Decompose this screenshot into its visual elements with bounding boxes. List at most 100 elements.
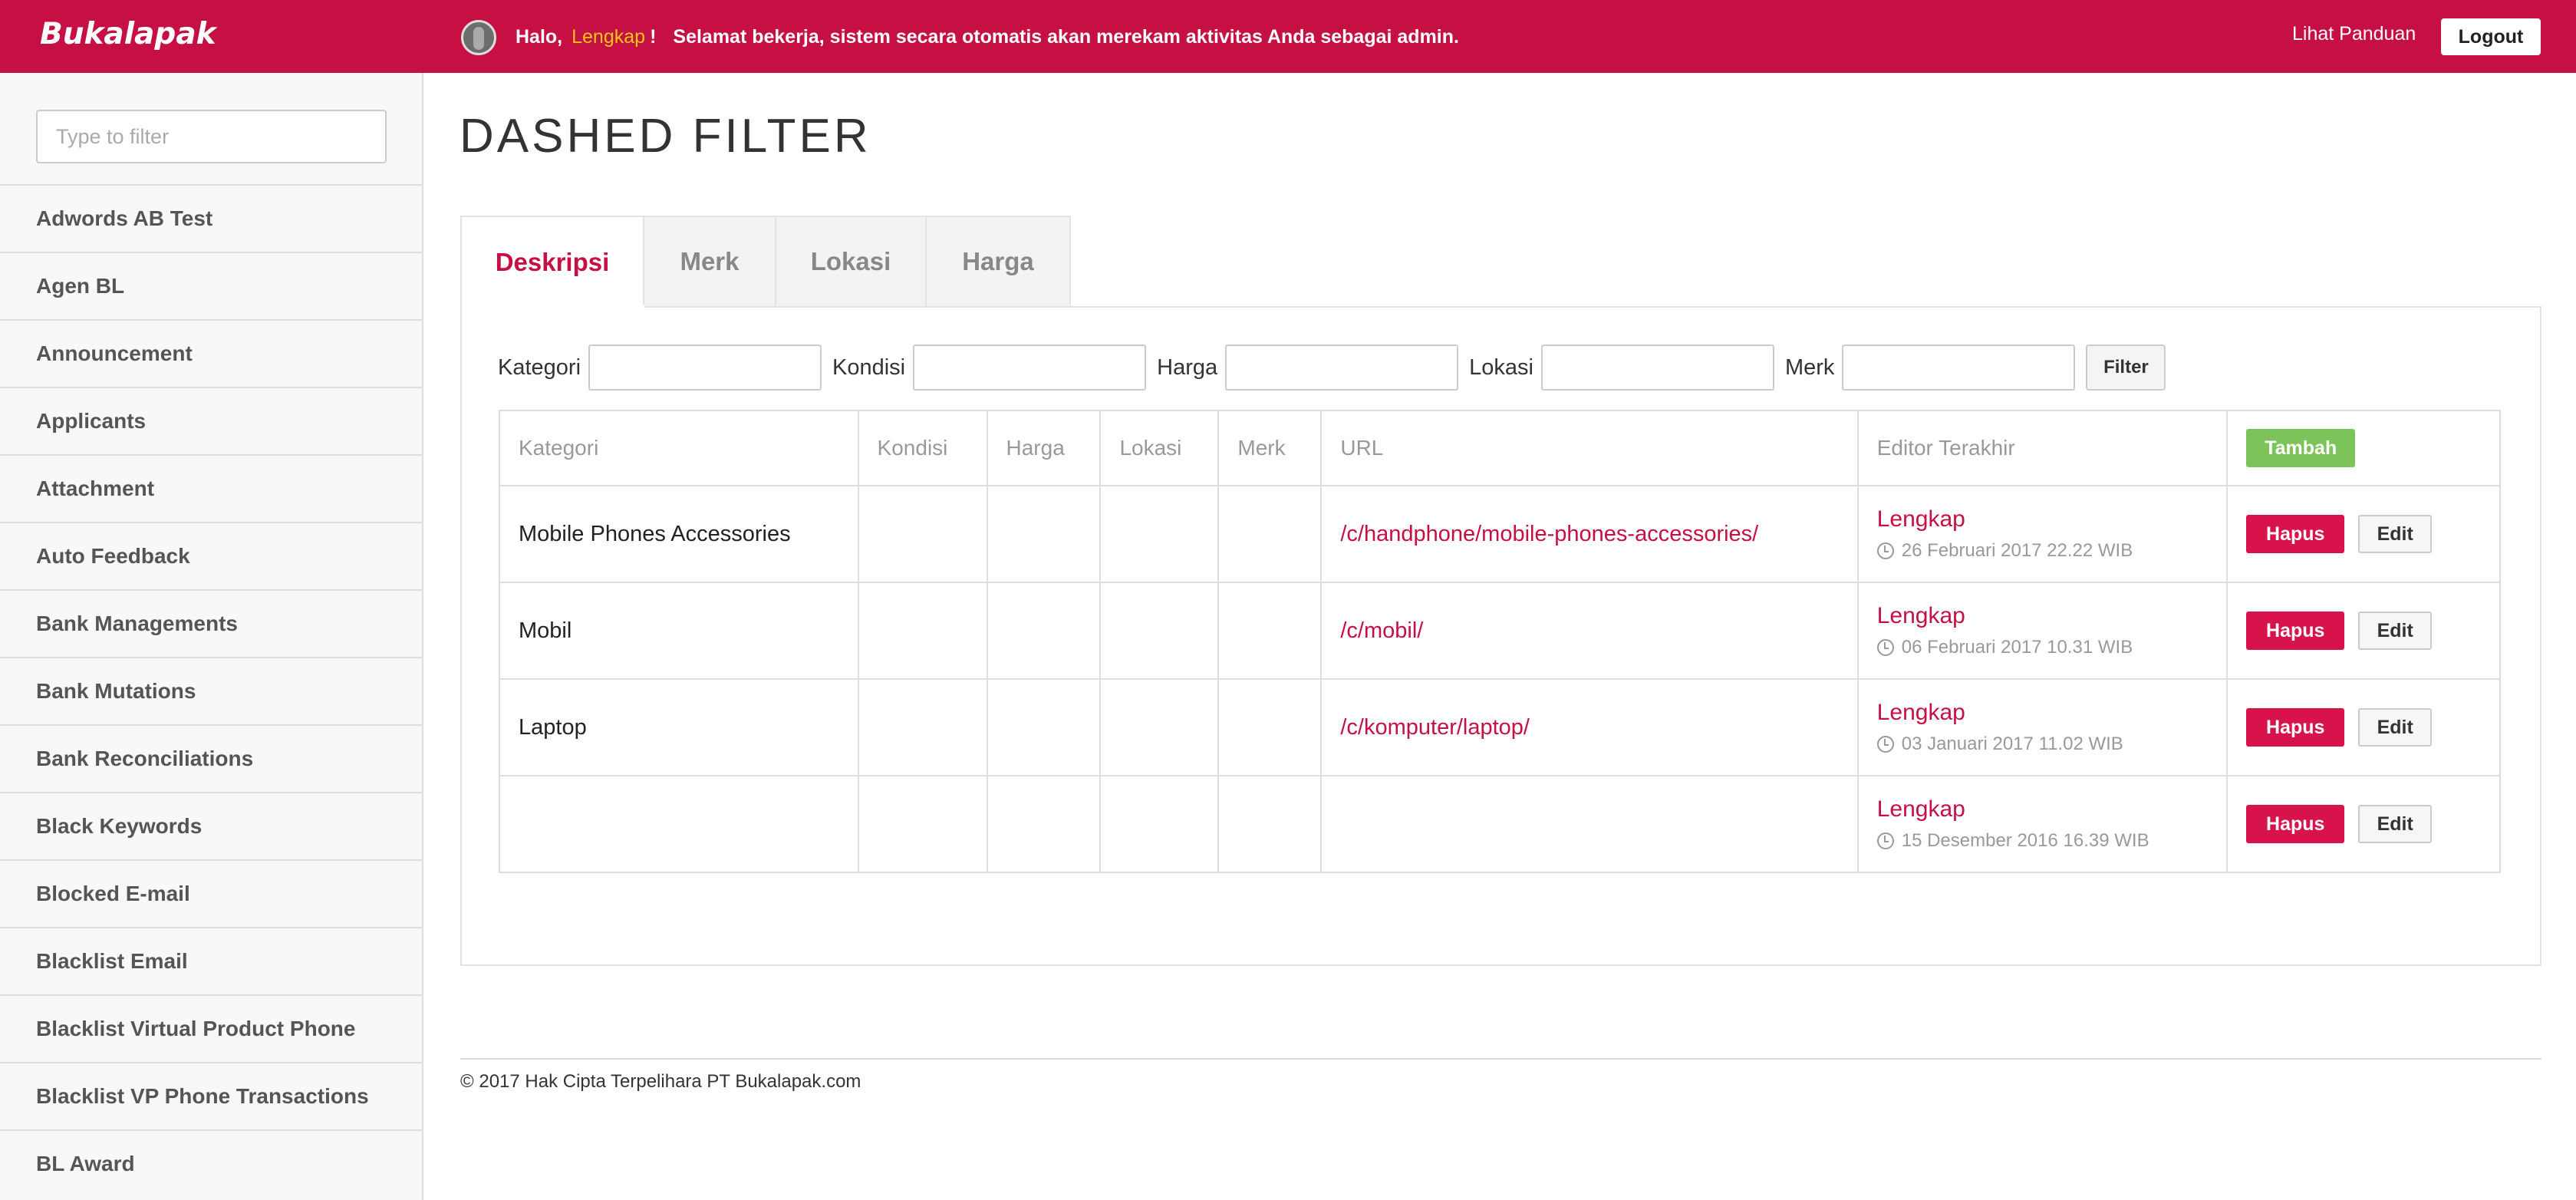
greeting-prefix: Halo, — [516, 26, 563, 48]
sidebar-item[interactable]: Blacklist VP Phone Transactions — [0, 1062, 422, 1129]
clock-icon — [1876, 832, 1894, 849]
cell-kondisi — [857, 775, 988, 873]
cell-merk — [1217, 678, 1323, 776]
delete-button[interactable]: Hapus — [2246, 708, 2345, 747]
cell-harga — [986, 775, 1102, 873]
sidebar-item[interactable]: Auto Feedback — [0, 522, 422, 589]
timestamp-text: 03 Januari 2017 11.02 WIB — [1901, 734, 2123, 754]
tab-harga[interactable]: Harga — [927, 216, 1071, 308]
filter-input-lokasi[interactable] — [1540, 345, 1774, 391]
editor-name-link[interactable]: Lengkap — [1877, 796, 2209, 823]
bukalapak-logo[interactable]: Bukalapak — [40, 17, 216, 51]
guide-link[interactable]: Lihat Panduan — [2292, 23, 2416, 45]
sidebar-menu: Adwords AB Test Agen BL Announcement Applic… — [0, 184, 422, 1197]
sidebar-item[interactable]: Blacklist Email — [0, 927, 422, 994]
editor-name-link[interactable]: Lengkap — [1877, 603, 2209, 629]
cell-editor: Lengkap 03 Januari 2017 11.02 WIB — [1856, 678, 2228, 776]
edit-button[interactable]: Edit — [2358, 612, 2433, 650]
sidebar-filter-input[interactable] — [36, 110, 387, 163]
filter-input-merk[interactable] — [1842, 345, 2076, 391]
column-header-kondisi: Kondisi — [857, 410, 988, 486]
edit-button[interactable]: Edit — [2358, 708, 2433, 747]
sidebar-item[interactable]: Blacklist Virtual Product Phone — [0, 994, 422, 1062]
url-link[interactable]: /c/handphone/mobile-phones-accessories/ — [1340, 522, 1758, 546]
sidebar-item[interactable]: Announcement — [0, 319, 422, 387]
table-row: Mobil/c/mobil/Lengkap 06 Februari 2017 10… — [499, 582, 2501, 680]
cell-merk — [1217, 582, 1323, 680]
cell-kondisi — [857, 678, 988, 776]
table-row: Laptop/c/komputer/laptop/Lengkap 03 Janua… — [499, 678, 2501, 776]
delete-button[interactable]: Hapus — [2246, 515, 2345, 553]
cell-actions: Hapus Edit — [2226, 678, 2501, 776]
avatar[interactable] — [461, 20, 496, 55]
cell-kondisi — [857, 582, 988, 680]
logout-button[interactable]: Logout — [2441, 18, 2541, 55]
cell-kategori: Mobil — [499, 582, 859, 680]
filter-input-harga[interactable] — [1225, 345, 1459, 391]
sidebar: Adwords AB TestAgen BLAnnouncementApplic… — [0, 73, 423, 1200]
cell-editor: Lengkap 26 Februari 2017 22.22 WIB — [1856, 485, 2228, 583]
column-header-url: URL — [1320, 410, 1859, 486]
tab-deskripsi[interactable]: Deskripsi — [460, 216, 644, 308]
sidebar-item[interactable]: Black Keywords — [0, 792, 422, 859]
active-tab-connector — [462, 305, 644, 308]
page-title: DASHED FILTER — [460, 110, 871, 163]
edit-timestamp: 26 Februari 2017 22.22 WIB — [1876, 540, 2209, 562]
sidebar-item[interactable]: BL Award — [0, 1129, 422, 1197]
top-bar: Bukalapak Halo, Lengkap! Selamat bekerja, … — [0, 0, 2576, 73]
edit-timestamp: 06 Februari 2017 10.31 WIB — [1876, 637, 2209, 658]
cell-editor: Lengkap 06 Februari 2017 10.31 WIB — [1856, 582, 2228, 680]
filter-button[interactable]: Filter — [2086, 345, 2166, 391]
cell-kondisi — [857, 485, 988, 583]
url-link[interactable]: /c/komputer/laptop/ — [1340, 715, 1530, 740]
url-link[interactable]: /c/mobil/ — [1340, 618, 1423, 643]
cell-actions: Hapus Edit — [2226, 775, 2501, 873]
clock-icon — [1876, 736, 1894, 753]
cell-kategori: Mobile Phones Accessories — [499, 485, 859, 583]
edit-button[interactable]: Edit — [2358, 515, 2433, 553]
sidebar-item[interactable]: Bank Managements — [0, 589, 422, 657]
cell-harga — [986, 582, 1102, 680]
cell-url: /c/handphone/mobile-phones-accessories/ — [1320, 485, 1859, 583]
edit-timestamp: 03 Januari 2017 11.02 WIB — [1876, 734, 2209, 755]
delete-button[interactable]: Hapus — [2246, 805, 2345, 843]
sidebar-item[interactable]: Attachment — [0, 454, 422, 522]
column-header-lokasi: Lokasi — [1099, 410, 1220, 486]
editor-name-link[interactable]: Lengkap — [1877, 506, 2209, 532]
cell-url: /c/mobil/ — [1320, 582, 1859, 680]
column-header-merk: Merk — [1217, 410, 1323, 486]
clock-icon — [1876, 639, 1894, 656]
timestamp-text: 15 Desember 2016 16.39 WIB — [1901, 830, 2149, 851]
column-header-kategori: Kategori — [499, 410, 859, 486]
edit-button[interactable]: Edit — [2358, 805, 2433, 843]
delete-button[interactable]: Hapus — [2246, 612, 2345, 650]
table-header-row: Kategori Kondisi Harga Lokasi Merk URL Editor … — [499, 410, 2501, 486]
cell-lokasi — [1099, 485, 1220, 583]
sidebar-item[interactable]: Bank Reconciliations — [0, 724, 422, 792]
sidebar-item[interactable]: Blocked E-mail — [0, 859, 422, 927]
filter-label-lokasi: Lokasi — [1469, 354, 1533, 380]
sidebar-item[interactable]: Agen BL — [0, 252, 422, 319]
footer-divider — [460, 1058, 2541, 1060]
greeting: Halo, Lengkap! Selamat bekerja, sistem sec… — [516, 26, 1459, 48]
cell-editor: Lengkap 15 Desember 2016 16.39 WIB — [1856, 775, 2228, 873]
sidebar-item[interactable]: Bank Mutations — [0, 657, 422, 724]
cell-harga — [986, 485, 1102, 583]
edit-timestamp: 15 Desember 2016 16.39 WIB — [1876, 830, 2209, 852]
tab-bar: Deskripsi Merk Lokasi Harga — [460, 216, 1071, 308]
editor-name-link[interactable]: Lengkap — [1877, 700, 2209, 726]
tab-lokasi[interactable]: Lokasi — [776, 216, 927, 308]
filter-input-kondisi[interactable] — [913, 345, 1147, 391]
filter-label-kondisi: Kondisi — [832, 354, 906, 380]
sidebar-item[interactable]: Adwords AB Test — [0, 184, 422, 252]
add-button[interactable]: Tambah — [2246, 429, 2356, 467]
cell-lokasi — [1099, 775, 1220, 873]
column-header-editor-terakhir: Editor Terakhir — [1856, 410, 2228, 486]
filter-input-kategori[interactable] — [588, 345, 822, 391]
filter-row: Kategori Kondisi Harga Lokasi Merk Filter — [498, 345, 2166, 391]
tab-merk[interactable]: Merk — [644, 216, 776, 308]
cell-kategori: Laptop — [499, 678, 859, 776]
sidebar-item[interactable]: Applicants — [0, 387, 422, 454]
filter-label-kategori: Kategori — [498, 354, 581, 380]
cell-actions: Hapus Edit — [2226, 582, 2501, 680]
